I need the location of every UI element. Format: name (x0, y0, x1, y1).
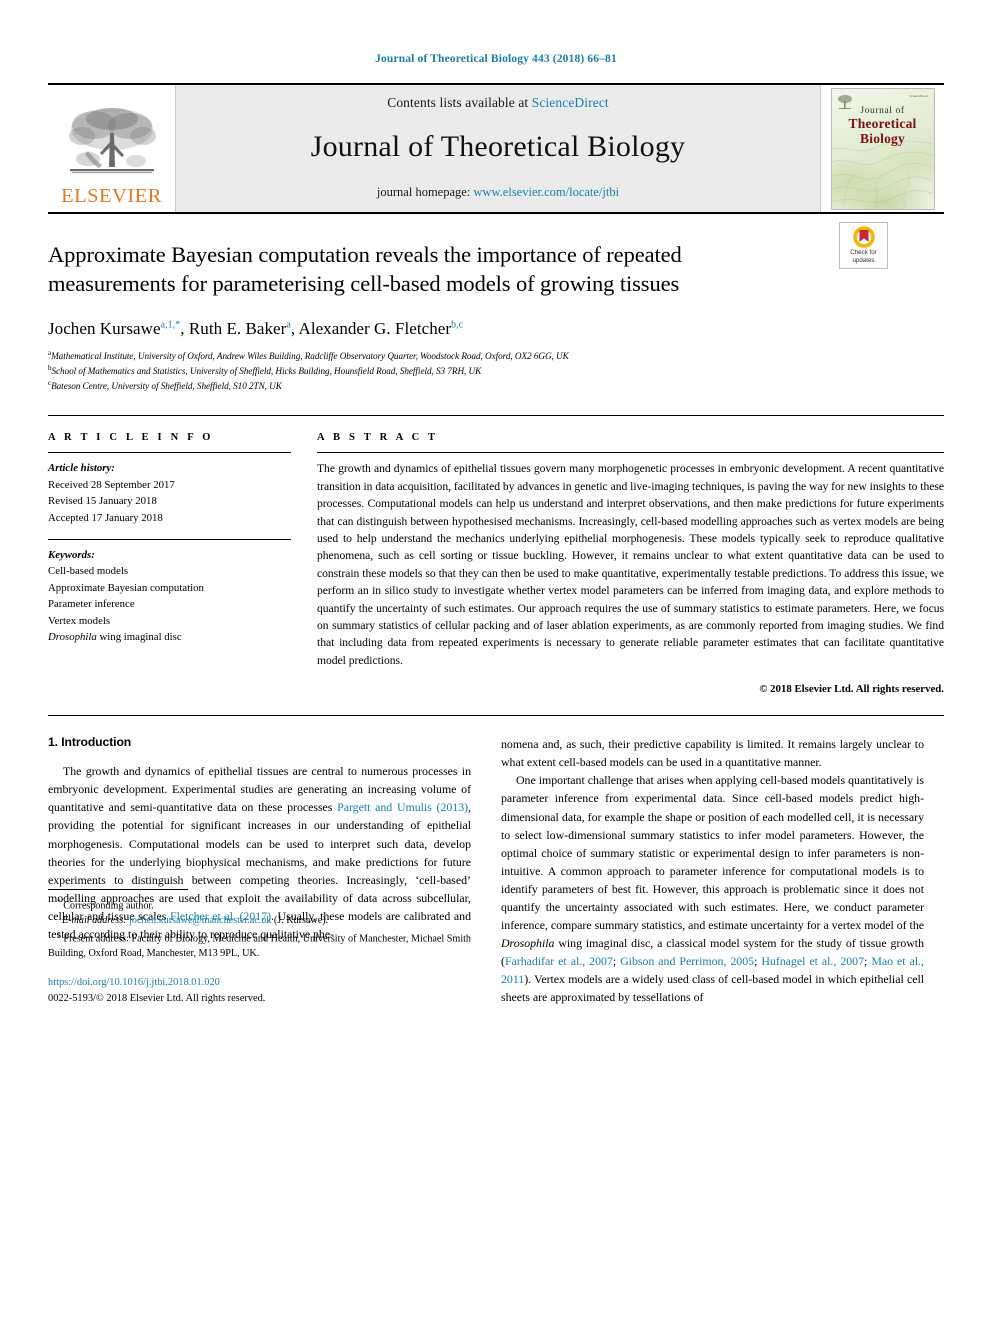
footnote-present-address: 1 Present address: Faculty of Biology, M… (48, 929, 471, 962)
keyword-italic-part: Drosophila (48, 631, 97, 644)
keywords-block: Keywords: Cell-based models Approximate … (48, 547, 291, 645)
article-history-accepted: Accepted 17 January 2018 (48, 511, 163, 524)
keywords-label: Keywords: (48, 549, 95, 562)
elsevier-tree-icon (68, 107, 156, 173)
sciencedirect-link[interactable]: ScienceDirect (532, 95, 609, 110)
journal-banner: Contents lists available at ScienceDirec… (176, 85, 820, 212)
doi-block: https://doi.org/10.1016/j.jtbi.2018.01.0… (48, 975, 471, 1006)
cover-corner-note: ScienceDirect (909, 93, 929, 98)
footnote-corresponding: * Corresponding author. (48, 896, 471, 914)
article-history-received: Received 28 September 2017 (48, 478, 175, 491)
footnote-rule (48, 888, 188, 890)
journal-title: Journal of Theoretical Biology (310, 130, 686, 163)
abstract-heading: A B S T R A C T (317, 432, 439, 444)
article-info-divider (48, 452, 291, 454)
journal-masthead: ELSEVIER Contents lists available at Sci… (48, 83, 944, 214)
keyword-item: Vertex models (48, 614, 111, 627)
article-info-column: A R T I C L E I N F O Article history: R… (48, 432, 291, 695)
abstract-divider (317, 452, 944, 454)
cover-title: Journal of Theoretical Biology (832, 106, 934, 147)
crossmark-line1: Check for (850, 249, 877, 256)
footnote-email: E-mail address: jochen.kursawe@mancheste… (48, 914, 471, 929)
intro-paragraph-right-1: nomena and, as such, their predictive ca… (501, 737, 924, 770)
article-page: Journal of Theoretical Biology 443 (2018… (0, 0, 992, 1323)
body-column-right: nomena and, as such, their predictive ca… (501, 735, 924, 1006)
crossmark-icon (852, 226, 875, 248)
keyword-item: Drosophila wing imaginal disc (48, 629, 291, 645)
affiliation-text-b: School of Mathematics and Statistics, Un… (51, 365, 482, 376)
abstract-copyright: © 2018 Elsevier Ltd. All rights reserved… (759, 683, 944, 696)
intro-paragraph-right-2: One important challenge that arises when… (501, 773, 924, 1005)
body-column-left: 1. Introduction The growth and dynamics … (48, 735, 471, 1006)
abstract-text: The growth and dynamics of epithelial ti… (317, 462, 944, 667)
article-info-heading: A R T I C L E I N F O (48, 432, 214, 444)
cover-title-line1: Journal of (860, 105, 905, 116)
affiliation-b: bSchool of Mathematics and Statistics, U… (48, 363, 944, 378)
journal-cover-image: ScienceDirect Journal of Theoretical Bio… (830, 87, 935, 210)
keywords-divider (48, 539, 291, 541)
body-columns: 1. Introduction The growth and dynamics … (48, 735, 944, 1006)
info-abstract-row: A R T I C L E I N F O Article history: R… (48, 415, 944, 695)
title-block: Approximate Bayesian computation reveals… (48, 214, 944, 393)
footnote-area: * Corresponding author. E-mail address: … (48, 888, 471, 1007)
article-history-label: Article history: (48, 462, 115, 475)
journal-homepage-line: journal homepage: www.elsevier.com/locat… (377, 185, 619, 200)
homepage-prefix: journal homepage: (376, 185, 474, 199)
journal-cover-cell: ScienceDirect Journal of Theoretical Bio… (820, 85, 944, 212)
page-title: Approximate Bayesian computation reveals… (48, 242, 682, 297)
keyword-rest-part: wing imaginal disc (96, 631, 182, 644)
email-label: E-mail address: (62, 914, 127, 926)
section-heading-introduction: 1. Introduction (48, 735, 132, 750)
affiliation-text-a: Mathematical Institute, University of Ox… (51, 350, 569, 361)
keyword-item: Approximate Bayesian computation (48, 581, 204, 594)
contents-prefix: Contents lists available at (387, 95, 532, 110)
crossmark-badge[interactable]: Check for updates (839, 222, 888, 269)
affiliation-c: cBateson Centre, University of Sheffield… (48, 378, 944, 393)
journal-homepage-link[interactable]: www.elsevier.com/locate/jtbi (473, 185, 619, 199)
footnote-marker-one: 1 (57, 929, 61, 939)
affiliation-list: aMathematical Institute, University of O… (48, 348, 944, 394)
cover-title-line3: Biology (860, 131, 905, 147)
article-history-revised: Revised 15 January 2018 (48, 495, 157, 508)
email-suffix: (J. Kursawe). (273, 914, 329, 926)
crossmark-line2: updates (852, 256, 875, 264)
author-list: Jochen Kursawea,1,*, Ruth E. Bakera, Ale… (48, 318, 464, 338)
footnote-corresponding-text: Corresponding author. (63, 899, 154, 911)
crossmark-label: Check for updates (850, 249, 876, 265)
footnote-marker-star: * (57, 896, 61, 906)
email-link[interactable]: jochen.kursawe@manchester.ac.uk (129, 915, 271, 926)
running-head: Journal of Theoretical Biology 443 (2018… (375, 53, 617, 65)
contents-available-line: Contents lists available at ScienceDirec… (387, 95, 609, 111)
affiliation-text-c: Bateson Centre, University of Sheffield,… (51, 381, 282, 392)
affiliation-a: aMathematical Institute, University of O… (48, 348, 944, 363)
issn-copyright-line: 0022-5193/© 2018 Elsevier Ltd. All right… (48, 992, 266, 1004)
elsevier-logo: ELSEVIER (48, 85, 176, 212)
keyword-item: Cell-based models (48, 565, 129, 578)
body-divider (48, 715, 944, 717)
abstract-column: A B S T R A C T The growth and dynamics … (317, 432, 944, 695)
footnote-present-address-text: Present address: Faculty of Biology, Med… (48, 933, 471, 960)
keyword-item: Parameter inference (48, 598, 135, 611)
doi-link[interactable]: https://doi.org/10.1016/j.jtbi.2018.01.0… (48, 975, 471, 991)
article-history-block: Article history: Received 28 September 2… (48, 460, 291, 526)
elsevier-wordmark: ELSEVIER (61, 184, 162, 207)
cover-title-line2: Theoretical (848, 116, 917, 132)
